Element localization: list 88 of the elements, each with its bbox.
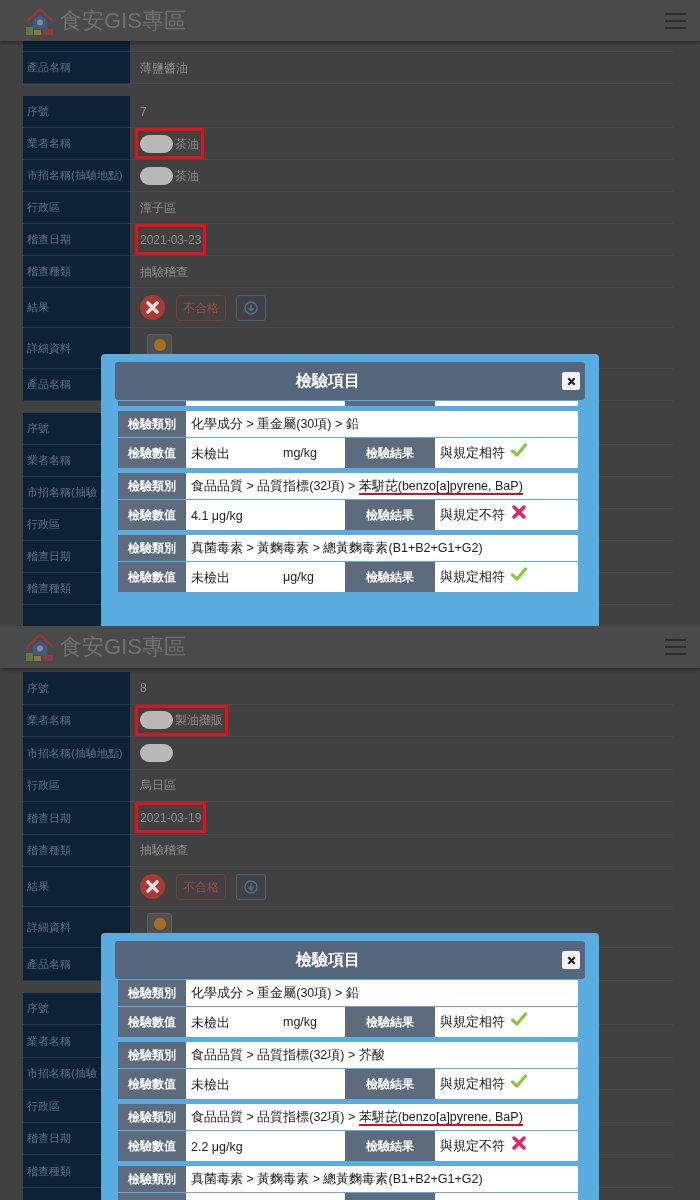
logo-icon bbox=[24, 5, 56, 36]
field-value: 烏日區 bbox=[140, 777, 176, 795]
row-header: 檢驗數值 bbox=[118, 1007, 186, 1037]
test-value: 2.2 μg/kg bbox=[191, 1140, 243, 1154]
row-header: 檢驗結果 bbox=[345, 438, 435, 468]
field-value: 2021-03-23 bbox=[140, 231, 202, 249]
status-badge: 不合格 bbox=[176, 873, 226, 900]
row-header: 檢驗類別 bbox=[118, 411, 186, 437]
test-category: 真菌毒素 > 黃麴毒素 > 總黃麴毒素(B1+B2+G1+G2) bbox=[191, 539, 483, 557]
detail-button[interactable] bbox=[147, 913, 172, 934]
field-label: 序號 bbox=[23, 96, 130, 128]
unit-text: mg/kg bbox=[283, 444, 318, 462]
unit-text: mg/kg bbox=[283, 1013, 318, 1031]
row-header: 檢驗類別 bbox=[118, 1042, 186, 1068]
row-header: 檢驗數值 bbox=[118, 438, 186, 468]
logo-icon bbox=[24, 632, 56, 662]
download-icon bbox=[244, 300, 258, 315]
field-label: 結果 bbox=[23, 867, 130, 907]
test-category: 食品品質 > 品質指標(32項) > 苯駢芘(benzo[a]pyrene, BaP) bbox=[191, 477, 523, 496]
circle-icon bbox=[153, 338, 166, 351]
test-value: 未檢出 bbox=[191, 571, 230, 585]
close-button[interactable] bbox=[562, 372, 580, 390]
field-label: 結果 bbox=[23, 288, 130, 328]
field-value: 潭子區 bbox=[140, 199, 176, 217]
test-value: 未檢出 bbox=[191, 447, 230, 461]
result-text: 與規定相符 bbox=[440, 444, 505, 462]
field-label: 詳細資料 bbox=[23, 907, 130, 948]
circle-icon bbox=[153, 917, 166, 930]
row-header: 檢驗結果 bbox=[345, 500, 435, 530]
row-header: 檢驗結果 bbox=[345, 562, 435, 592]
field-value: 薄鹽醬油 bbox=[140, 59, 188, 77]
row-header: 檢驗類別 bbox=[118, 1166, 186, 1192]
field-value: 茶油 bbox=[175, 167, 199, 185]
download-icon bbox=[244, 879, 258, 894]
test-value: 未檢出 bbox=[191, 1016, 230, 1030]
field-label: 行政區 bbox=[23, 769, 130, 802]
field-label: 產品名稱 bbox=[23, 52, 130, 84]
field-label: 稽查種類 bbox=[23, 834, 130, 867]
row-header: 檢驗結果 bbox=[345, 1007, 435, 1037]
test-category: 真菌毒素 > 黃麴毒素 > 總黃麴毒素(B1+B2+G1+G2) bbox=[191, 1170, 483, 1188]
result-text: 與規定相符 bbox=[440, 1013, 505, 1031]
field-value: 抽驗稽查 bbox=[140, 263, 188, 281]
field-value: 製油攤販 bbox=[175, 712, 223, 730]
field-value: 2021-03-19 bbox=[140, 809, 202, 827]
result-text: 與規定不符 bbox=[440, 1137, 505, 1155]
test-value: 4.1 μg/kg bbox=[191, 509, 243, 523]
field-label: 行政區 bbox=[23, 192, 130, 224]
field-label: 稽查日期 bbox=[23, 802, 130, 835]
field-value: 7 bbox=[140, 103, 147, 121]
test-category: 化學成分 > 重金屬(30項) > 鉛 bbox=[191, 984, 359, 1002]
test-category: 化學成分 > 重金屬(30項) > 鉛 bbox=[191, 415, 359, 433]
field-label: 稽查日期 bbox=[23, 224, 130, 256]
row-header: 檢驗結果 bbox=[345, 1069, 435, 1099]
test-value: 未檢出 bbox=[191, 1078, 230, 1092]
row-header: 檢驗數值 bbox=[118, 1069, 186, 1099]
test-category: 食品品質 > 品質指標(32項) > 芥酸 bbox=[191, 1046, 385, 1064]
field-label: 市招名稱(抽驗地點) bbox=[23, 737, 130, 770]
field-label: 業者名稱 bbox=[23, 128, 130, 160]
unit-text: μg/kg bbox=[283, 568, 314, 586]
field-label: 詳細資料 bbox=[23, 328, 130, 369]
result-text: 與規定相符 bbox=[440, 568, 505, 586]
download-button[interactable] bbox=[236, 873, 266, 900]
close-button[interactable] bbox=[562, 951, 580, 969]
dialog-title: 檢驗項目 bbox=[296, 950, 360, 970]
result-text: 與規定不符 bbox=[440, 506, 505, 524]
status-badge: 不合格 bbox=[176, 294, 226, 321]
row-header: 檢驗類別 bbox=[118, 980, 186, 1006]
row-header: 檢驗數值 bbox=[118, 1131, 186, 1161]
field-label: 稽查種類 bbox=[23, 256, 130, 288]
field-value: 茶油 bbox=[175, 135, 199, 153]
row-header: 檢驗結果 bbox=[345, 1131, 435, 1161]
field-label: 業者名稱 bbox=[23, 704, 130, 737]
row-header: 檢驗類別 bbox=[118, 535, 186, 561]
row-header: 檢驗類別 bbox=[118, 1104, 186, 1130]
row-header: 檢驗數值 bbox=[118, 562, 186, 592]
field-value: 8 bbox=[140, 679, 147, 697]
field-label: 序號 bbox=[23, 672, 130, 705]
detail-button[interactable] bbox=[147, 334, 172, 355]
result-text: 與規定相符 bbox=[440, 1075, 505, 1093]
dialog-title: 檢驗項目 bbox=[296, 371, 360, 391]
test-category: 食品品質 > 品質指標(32項) > 苯駢芘(benzo[a]pyrene, BaP) bbox=[191, 1108, 523, 1127]
close-icon bbox=[566, 955, 576, 965]
download-button[interactable] bbox=[236, 294, 266, 321]
row-header: 檢驗數值 bbox=[118, 500, 186, 530]
close-icon bbox=[566, 376, 576, 386]
row-header: 檢驗類別 bbox=[118, 473, 186, 499]
field-value: 抽驗稽查 bbox=[140, 842, 188, 860]
field-label: 市招名稱(抽驗地點) bbox=[23, 160, 130, 192]
